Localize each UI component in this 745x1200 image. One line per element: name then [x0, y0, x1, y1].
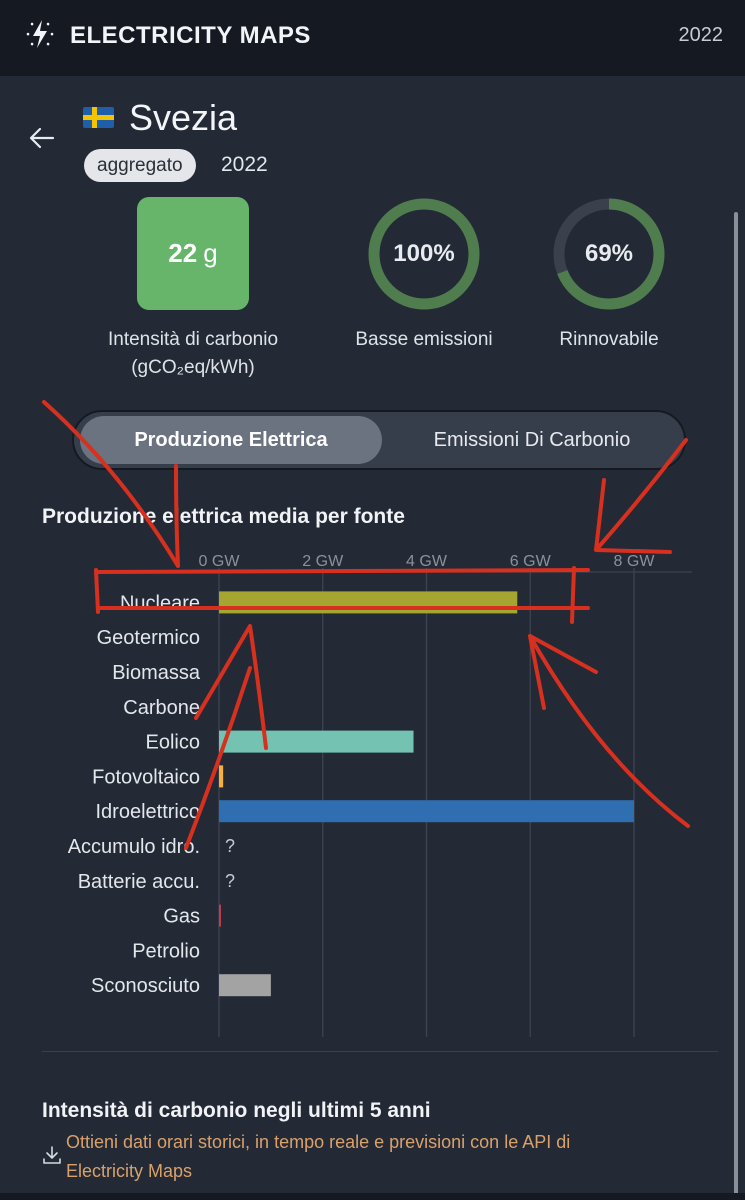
carbon-intensity-value: 22 [168, 238, 198, 268]
category-label: Idroelettrico [96, 801, 201, 823]
x-tick-label: 8 GW [614, 553, 656, 570]
category-label: Petrolio [132, 940, 200, 962]
category-label: Sconosciuto [91, 975, 200, 997]
category-label: Gas [163, 906, 200, 928]
category-label: Nucleare [120, 592, 200, 614]
bar [219, 730, 414, 753]
history-title: Intensità di carbonio negli ultimi 5 ann… [42, 1099, 431, 1122]
renewable-value: 69% [584, 240, 634, 267]
sweden-flag-icon [83, 107, 114, 128]
top-bar: ELECTRICITY MAPS 2022 [0, 0, 745, 76]
back-arrow-icon[interactable] [28, 126, 56, 150]
category-label: Eolico [146, 732, 200, 754]
x-tick-label: 6 GW [510, 553, 552, 570]
carbon-intensity-caption: Intensità di carbonio (gCO₂eq/kWh) [107, 329, 279, 378]
category-label: Biomassa [112, 662, 201, 684]
bar [219, 904, 221, 927]
x-tick-label: 4 GW [406, 553, 448, 570]
x-tick-label: 2 GW [302, 553, 344, 570]
selected-year[interactable]: 2022 [679, 24, 724, 47]
renewable-caption: Rinnovabile [559, 329, 659, 350]
bottom-bar [0, 1193, 745, 1200]
download-icon [43, 1146, 61, 1164]
brand-title[interactable]: ELECTRICITY MAPS [70, 22, 311, 50]
mode-toggle: Produzione Elettrica Emissioni Di Carbon… [72, 410, 686, 470]
lightning-bolt-icon[interactable] [22, 16, 58, 52]
bar [219, 765, 224, 788]
category-label: Accumulo idro. [68, 836, 200, 858]
section-divider [42, 1051, 718, 1052]
production-bar-chart: 0 GW 2 GW 4 GW 6 GW 8 GW Nucleare Geotermico Bi… [68, 553, 692, 1037]
zone-year: 2022 [221, 153, 268, 176]
missing-value-marker: ? [225, 836, 235, 856]
category-label: Batterie accu. [78, 871, 200, 893]
zone-name: Svezia [129, 97, 238, 138]
category-label: Geotermico [97, 627, 200, 649]
x-tick-label: 0 GW [199, 553, 241, 570]
chart-title: Produzione elettrica media per fonte [42, 505, 405, 528]
aggregated-badge: aggregato [84, 149, 196, 182]
low-emission-value: 100% [393, 240, 455, 267]
bar [219, 800, 634, 823]
carbon-intensity-box: 22 g [137, 197, 249, 310]
low-emission-caption: Basse emissioni [355, 329, 493, 350]
bar [219, 974, 271, 997]
missing-value-marker: ? [225, 871, 235, 891]
tab-emissions[interactable]: Emissioni Di Carbonio [384, 416, 680, 464]
carbon-intensity-unit: g [203, 238, 218, 268]
tab-production[interactable]: Produzione Elettrica [80, 416, 382, 464]
bar [219, 591, 518, 614]
category-label: Carbone [123, 697, 200, 719]
scrollbar[interactable] [734, 212, 738, 1200]
api-link[interactable]: Ottieni dati orari storici, in tempo rea… [66, 1128, 686, 1186]
category-label: Fotovoltaico [92, 766, 200, 788]
